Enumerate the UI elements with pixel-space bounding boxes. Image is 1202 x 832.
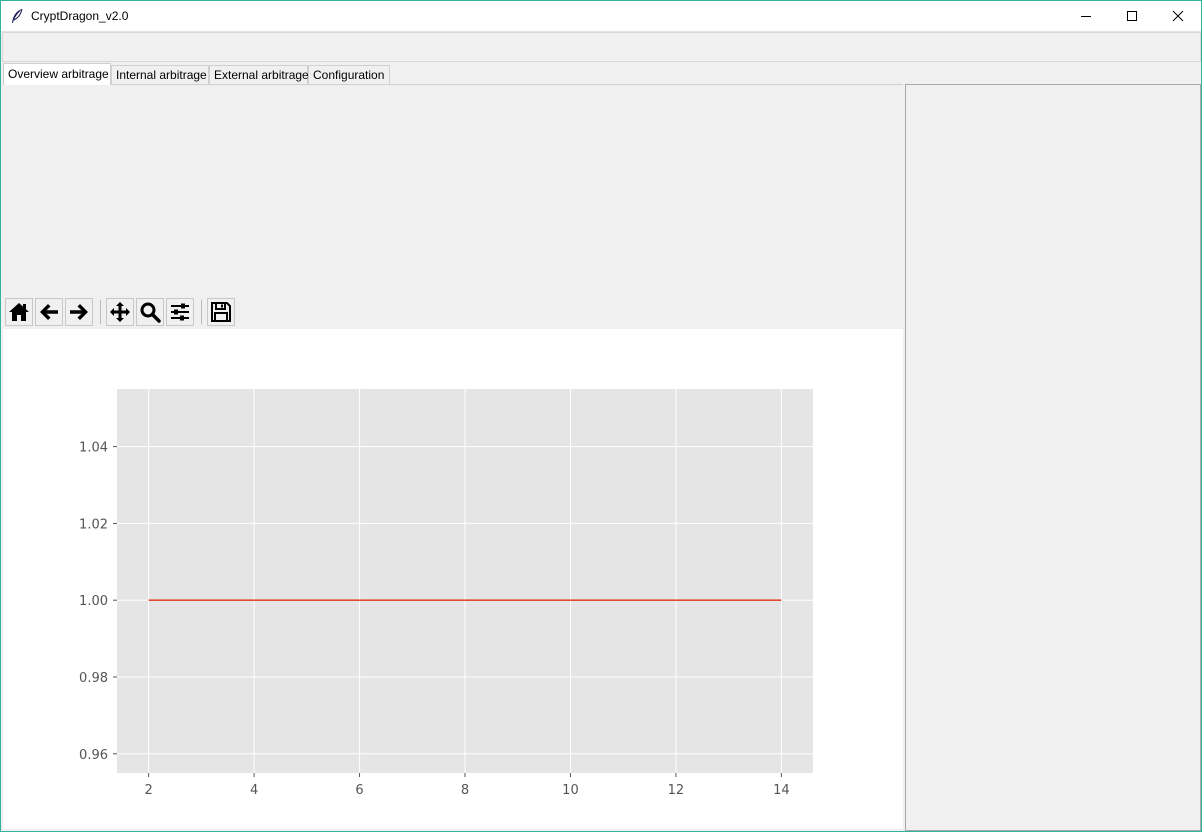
y-tick-label: 0.98 (79, 671, 108, 686)
close-icon (1172, 10, 1184, 22)
x-tick-label: 2 (144, 783, 152, 798)
x-tick-label: 6 (355, 783, 363, 798)
menu-bar (2, 32, 1201, 62)
minimize-icon (1081, 16, 1091, 17)
feather-icon (12, 8, 23, 23)
back-button[interactable] (35, 298, 63, 326)
home-button[interactable] (5, 298, 33, 326)
back-arrow-icon (40, 304, 58, 320)
configure-subplots-button[interactable] (166, 298, 194, 326)
pan-icon (110, 302, 130, 322)
forward-button[interactable] (65, 298, 93, 326)
x-tick-label: 4 (250, 783, 258, 798)
configure-subplots-icon (171, 303, 189, 321)
y-tick-label: 0.96 (79, 748, 108, 763)
forward-arrow-icon (70, 304, 88, 320)
x-tick-label: 10 (562, 783, 579, 798)
plot-canvas[interactable]: 2 4 6 8 10 12 14 0.96 0.98 1.00 1.02 1.04 (3, 329, 903, 829)
line-chart: 2 4 6 8 10 12 14 0.96 0.98 1.00 1.02 1.04 (79, 389, 813, 798)
x-tick-label: 14 (773, 783, 790, 798)
zoom-icon (140, 302, 161, 323)
save-icon (211, 302, 231, 322)
y-tick-label: 1.02 (79, 517, 108, 532)
y-tick-label: 1.04 (79, 441, 108, 456)
zoom-button[interactable] (136, 298, 164, 326)
tab-configuration[interactable]: Configuration (308, 65, 390, 84)
save-button[interactable] (207, 298, 235, 326)
home-icon (9, 303, 29, 321)
x-tick-label: 12 (668, 783, 685, 798)
y-tick-label: 1.00 (79, 594, 108, 609)
minimize-button[interactable] (1063, 1, 1109, 31)
tab-external-arbitrage[interactable]: External arbitrage (209, 65, 309, 84)
maximize-button[interactable] (1109, 1, 1155, 31)
toolbar-separator (201, 300, 202, 324)
window-title: CryptDragon_v2.0 (31, 9, 129, 23)
toolbar-separator (100, 300, 101, 324)
app-window: CryptDragon_v2.0 Overview arbitrage Inte… (0, 0, 1202, 832)
side-panel (905, 84, 1201, 831)
close-button[interactable] (1155, 1, 1201, 31)
pan-button[interactable] (106, 298, 134, 326)
maximize-icon (1127, 11, 1137, 21)
tab-overview-arbitrage[interactable]: Overview arbitrage (3, 63, 111, 85)
title-bar[interactable]: CryptDragon_v2.0 (1, 1, 1201, 32)
tab-internal-arbitrage[interactable]: Internal arbitrage (111, 65, 209, 84)
x-tick-label: 8 (461, 783, 469, 798)
